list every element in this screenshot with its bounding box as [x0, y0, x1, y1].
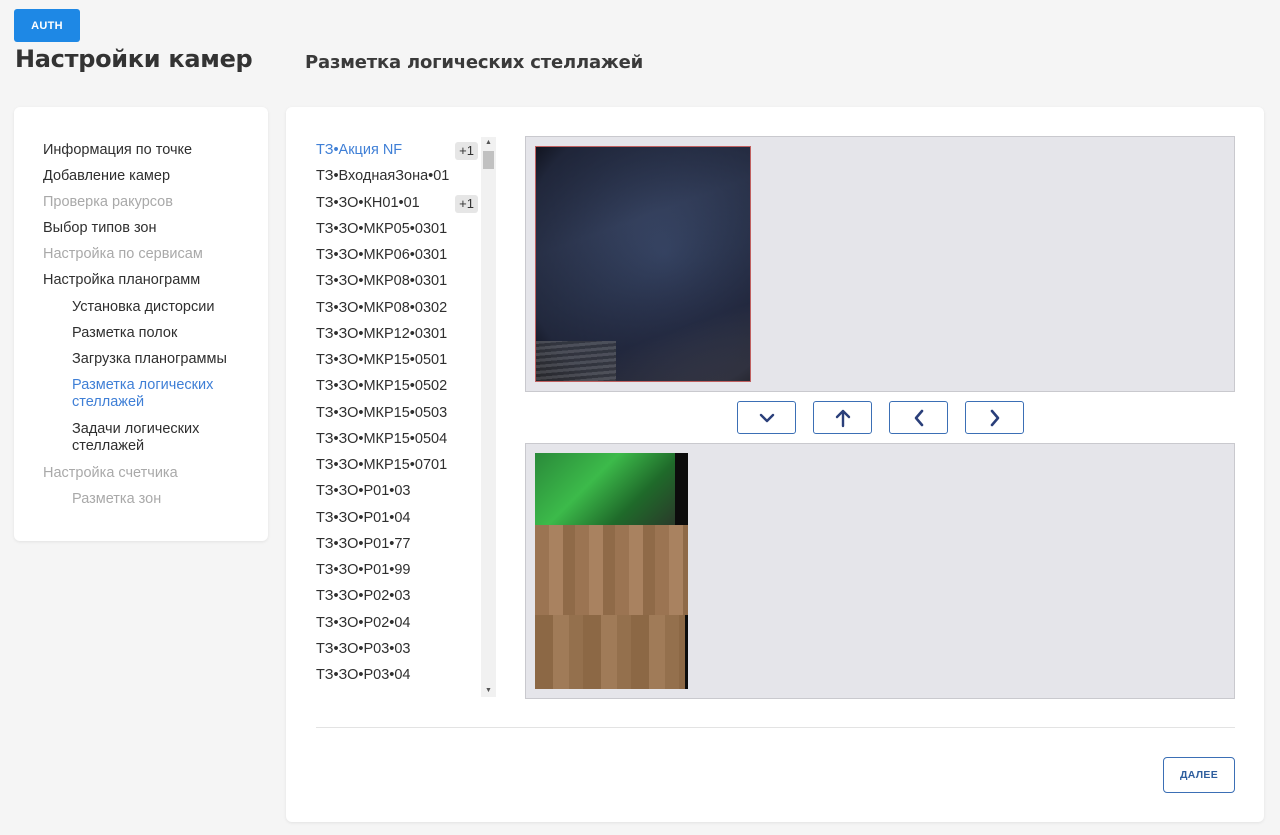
shelf-list-item[interactable]: ТЗ•ЗО•Р01•99: [316, 557, 481, 583]
main-panel: ТЗ•Акция NF +1 ТЗ•ВходнаяЗона•01 ТЗ•ЗО•КН01…: [286, 107, 1264, 822]
sidebar-item-zone-types[interactable]: Выбор типов зон: [43, 220, 253, 237]
shelf-list-item[interactable]: ТЗ•ЗО•МКР06•0301: [316, 242, 481, 268]
shelf-list-item[interactable]: ТЗ•ЗО•Р02•04: [316, 610, 481, 636]
shelf-item-label: ТЗ•ЗО•МКР08•0302: [316, 299, 448, 316]
scroll-thumb[interactable]: [483, 151, 494, 169]
shelf-item-label: ТЗ•ЗО•МКР12•0301: [316, 325, 448, 342]
shelf-item-label: ТЗ•ЗО•МКР15•0701: [316, 457, 448, 473]
sidebar-item-logical-shelves[interactable]: Разметка логических стеллажей: [72, 377, 252, 411]
shelf-list-item[interactable]: ТЗ•ЗО•МКР05•0301: [316, 216, 481, 242]
sidebar-item-planogram-settings[interactable]: Настройка планограмм: [43, 272, 253, 289]
auth-button[interactable]: AUTH: [14, 9, 80, 42]
shelf-list-item[interactable]: ТЗ•ЗО•КН01•01 +1: [316, 190, 481, 216]
move-up-button[interactable]: [813, 401, 872, 434]
shelf-list-item[interactable]: ТЗ•Акция NF +1: [316, 137, 481, 163]
chevron-right-icon: [990, 409, 999, 426]
camera-view-bottom: [525, 443, 1235, 699]
sidebar-item-logical-shelf-tasks[interactable]: Задачи логических стеллажей: [72, 421, 252, 455]
next-button[interactable]: ДАЛЕЕ: [1163, 757, 1235, 793]
shelf-item-label: ТЗ•ЗО•Р03•04: [316, 667, 411, 683]
page-title: Настройки камер: [15, 45, 253, 73]
shelf-list-item[interactable]: ТЗ•ЗО•МКР08•0301: [316, 268, 481, 294]
shelf-list-item[interactable]: ТЗ•ЗО•МКР12•0301: [316, 321, 481, 347]
shelf-item-label: ТЗ•Акция NF: [316, 142, 403, 158]
chevron-left-icon: [914, 409, 923, 426]
scroll-down-icon[interactable]: ▼: [481, 685, 496, 697]
shelf-list-item[interactable]: ТЗ•ЗО•Р03•04: [316, 662, 481, 688]
camera-view-top: [525, 136, 1235, 392]
shelf-item-label: ТЗ•ВходнаяЗона•01: [316, 168, 450, 185]
camera-frame-image[interactable]: [535, 146, 751, 382]
shelf-item-label: ТЗ•ЗО•МКР05•0301: [316, 220, 448, 237]
shelf-list-item[interactable]: ТЗ•ВходнаяЗона•01: [316, 163, 481, 189]
shelf-list-item[interactable]: ТЗ•ЗО•Р03•03: [316, 636, 481, 662]
sidebar-item-counter-settings: Настройка счетчика: [43, 465, 178, 481]
shelf-list-item[interactable]: ТЗ•ЗО•МКР15•0501: [316, 347, 481, 373]
move-left-button[interactable]: [889, 401, 948, 434]
sidebar-item-angle-check: Проверка ракурсов: [43, 194, 173, 210]
move-right-button[interactable]: [965, 401, 1024, 434]
shelf-item-label: ТЗ•ЗО•Р02•03: [316, 588, 411, 605]
shelf-item-label: ТЗ•ЗО•МКР08•0301: [316, 273, 448, 290]
footer-divider: [316, 727, 1235, 728]
sidebar-item-distortion[interactable]: Установка дисторсии: [72, 299, 252, 316]
shelf-item-label: ТЗ•ЗО•Р03•03: [316, 640, 411, 657]
shelf-item-label: ТЗ•ЗО•Р01•04: [316, 509, 411, 526]
shelf-list-item[interactable]: ТЗ•ЗО•Р01•04: [316, 505, 481, 531]
count-badge: +1: [455, 194, 478, 213]
sidebar-item-service-settings: Настройка по сервисам: [43, 246, 203, 262]
shelf-list: ТЗ•Акция NF +1 ТЗ•ВходнаяЗона•01 ТЗ•ЗО•КН01…: [316, 137, 496, 697]
sidebar-item-shelf-markup[interactable]: Разметка полок: [72, 325, 252, 342]
shelf-item-label: ТЗ•ЗО•Р02•04: [316, 614, 411, 631]
scroll-up-icon[interactable]: ▲: [481, 137, 496, 149]
shelf-crop-image[interactable]: [535, 453, 688, 689]
shelf-item-label: ТЗ•ЗО•МКР06•0301: [316, 247, 448, 263]
move-down-button[interactable]: [737, 401, 796, 434]
shelf-list-item[interactable]: ТЗ•ЗО•МКР15•0504: [316, 426, 481, 452]
chevron-down-icon: [759, 413, 774, 422]
shelf-item-label: ТЗ•ЗО•МКР15•0504: [316, 430, 448, 447]
shelf-list-item[interactable]: ТЗ•ЗО•Р01•77: [316, 531, 481, 557]
shelf-item-label: ТЗ•ЗО•КН01•01: [316, 194, 420, 211]
shelf-list-item[interactable]: ТЗ•ЗО•МКР08•0302: [316, 295, 481, 321]
section-title: Разметка логических стеллажей: [305, 52, 644, 73]
shelf-list-item[interactable]: ТЗ•ЗО•МКР15•0502: [316, 373, 481, 399]
sidebar-item-point-info[interactable]: Информация по точке: [43, 142, 253, 159]
shelf-item-label: ТЗ•ЗО•МКР15•0501: [316, 352, 448, 368]
sidebar-item-planogram-upload[interactable]: Загрузка планограммы: [72, 351, 252, 368]
shelf-item-label: ТЗ•ЗО•МКР15•0503: [316, 404, 448, 421]
sidebar-nav: Информация по точке Добавление камер Про…: [14, 107, 268, 541]
shelf-list-scrollbar[interactable]: ▲ ▼: [481, 137, 496, 697]
sidebar-item-zone-markup: Разметка зон: [72, 491, 162, 507]
shelf-list-item[interactable]: ТЗ•ЗО•МКР15•0701: [316, 452, 481, 478]
shelf-list-item[interactable]: ТЗ•ЗО•МКР15•0503: [316, 400, 481, 426]
shelf-list-item[interactable]: ТЗ•ЗО•Р01•03: [316, 478, 481, 504]
shelf-list-item[interactable]: ТЗ•ЗО•Р02•03: [316, 583, 481, 609]
shelf-item-label: ТЗ•ЗО•Р01•03: [316, 483, 411, 500]
arrow-up-icon: [835, 409, 850, 427]
sidebar-item-add-cameras[interactable]: Добавление камер: [43, 168, 253, 185]
shelf-item-label: ТЗ•ЗО•МКР15•0502: [316, 378, 448, 395]
shelf-item-label: ТЗ•ЗО•Р01•77: [316, 535, 411, 552]
count-badge: +1: [455, 142, 478, 160]
shelf-item-label: ТЗ•ЗО•Р01•99: [316, 562, 411, 578]
